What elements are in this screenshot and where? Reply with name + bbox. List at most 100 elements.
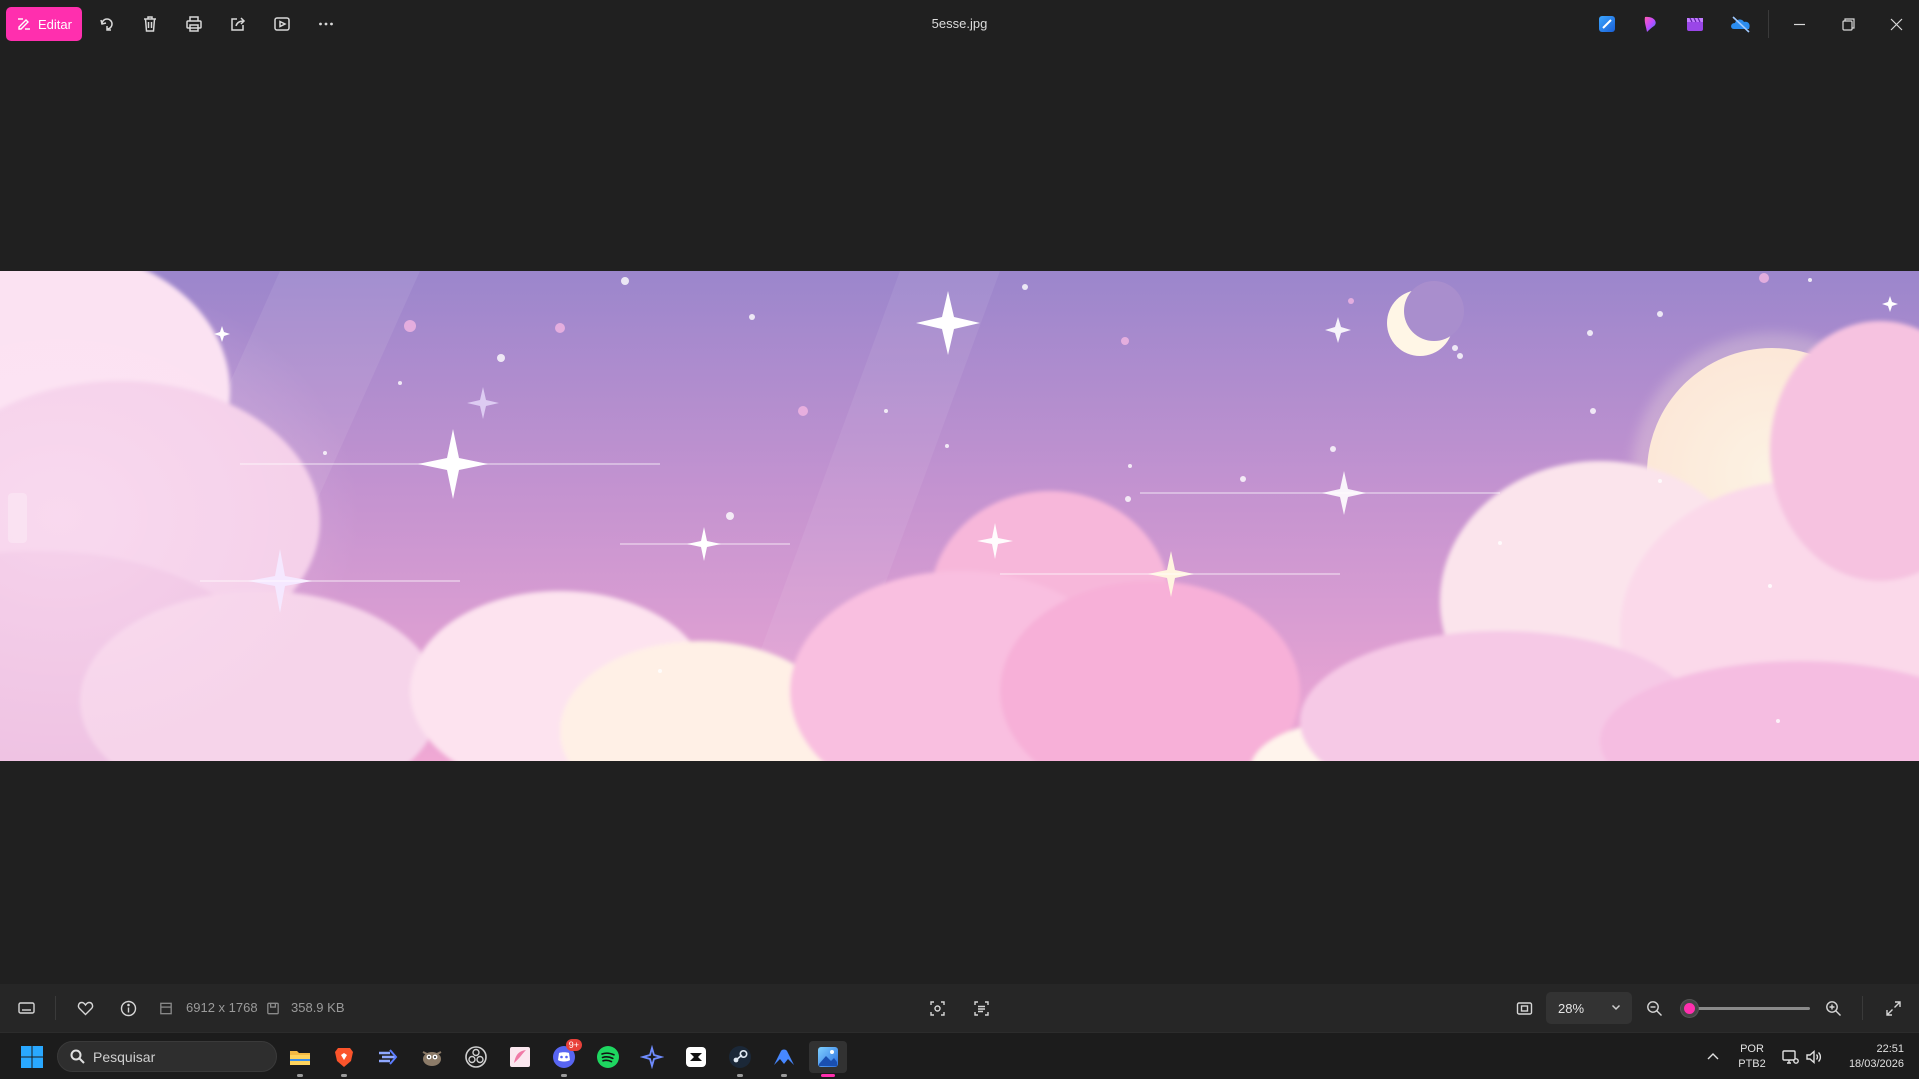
print-icon <box>186 16 202 32</box>
zoom-out-icon <box>1646 1000 1662 1016</box>
full-screen-button[interactable] <box>1882 997 1904 1019</box>
file-info-button[interactable] <box>117 997 139 1019</box>
windows-taskbar: Pesquisar 9+ POR PTB2 22:51 18/03/2026 <box>0 1032 1919 1079</box>
running-indicator <box>737 1074 743 1077</box>
taskbar-obs[interactable] <box>457 1041 495 1073</box>
keyboard-layout: PTB2 <box>1738 1058 1766 1070</box>
visual-search-button[interactable] <box>926 997 948 1019</box>
status-separator <box>1862 996 1863 1020</box>
filmstrip-toggle-handle[interactable] <box>8 493 27 543</box>
file-size-icon <box>265 997 281 1019</box>
chevron-up-icon <box>1707 1053 1719 1060</box>
volume-button[interactable] <box>1805 1048 1823 1066</box>
close-icon <box>1890 18 1902 30</box>
clock[interactable]: 22:51 18/03/2026 <box>1830 1042 1910 1072</box>
gimp-icon <box>422 1051 442 1066</box>
zoom-in-button[interactable] <box>1822 997 1844 1019</box>
restore-icon <box>1841 17 1855 31</box>
taskbar-nordvpn[interactable] <box>765 1041 803 1077</box>
filmstrip-button[interactable] <box>15 997 37 1019</box>
clock-date: 18/03/2026 <box>1848 1058 1904 1070</box>
running-indicator <box>561 1074 567 1077</box>
input-language-indicator[interactable]: POR PTB2 <box>1730 1042 1774 1072</box>
edit-button-label: Editar <box>38 16 72 32</box>
status-separator <box>55 996 56 1020</box>
taskbar-file-explorer[interactable] <box>281 1041 319 1077</box>
image-canvas[interactable] <box>0 48 1919 984</box>
running-indicator <box>781 1074 787 1077</box>
zoom-in-icon <box>1825 1000 1841 1016</box>
delete-button[interactable] <box>138 12 162 36</box>
onedrive-status-button[interactable] <box>1729 14 1753 34</box>
app-icon <box>379 1049 398 1065</box>
app-icon <box>640 1045 664 1069</box>
steam-icon <box>729 1046 751 1068</box>
zoom-level-value: 28% <box>1558 1000 1585 1016</box>
obs-icon <box>465 1046 487 1068</box>
taskbar-capcut[interactable] <box>677 1041 715 1073</box>
filmstrip-icon <box>17 1001 35 1014</box>
close-button[interactable] <box>1881 10 1911 38</box>
minimize-button[interactable] <box>1784 10 1814 38</box>
video-editor-app-button[interactable] <box>1685 14 1705 34</box>
language-code: POR <box>1740 1043 1764 1055</box>
taskbar-gimp[interactable] <box>413 1041 451 1073</box>
scan-text-button[interactable] <box>970 997 992 1019</box>
photos-icon <box>818 1047 838 1067</box>
toolbar-separator <box>1768 10 1769 38</box>
network-button[interactable] <box>1781 1048 1799 1066</box>
taskbar-app-9[interactable] <box>633 1041 671 1073</box>
share-button[interactable] <box>226 12 250 36</box>
zoom-out-button[interactable] <box>1643 997 1665 1019</box>
search-icon <box>70 1049 85 1064</box>
photos-edit-app-button[interactable] <box>1597 14 1617 34</box>
running-indicator <box>341 1074 347 1077</box>
taskbar-spotify[interactable] <box>589 1041 627 1073</box>
taskbar-brave[interactable] <box>325 1041 363 1077</box>
slideshow-button[interactable] <box>270 12 294 36</box>
taskbar-steam[interactable] <box>721 1041 759 1077</box>
info-icon <box>120 1000 136 1016</box>
minimize-icon <box>1793 23 1805 25</box>
file-explorer-icon <box>290 1051 310 1065</box>
edit-icon <box>18 18 31 30</box>
visual-search-icon <box>929 1000 945 1016</box>
clipchamp-app-button[interactable] <box>1641 14 1661 34</box>
scan-text-icon <box>973 1000 989 1016</box>
zoom-slider[interactable] <box>1680 1000 1810 1017</box>
pastel-sky-banner-image <box>0 271 1919 761</box>
zoom-slider-thumb[interactable] <box>1681 1000 1699 1017</box>
windows-logo-icon <box>21 1046 43 1068</box>
dimensions-icon <box>158 997 174 1019</box>
nordvpn-icon <box>774 1049 794 1065</box>
volume-icon <box>1806 1049 1822 1065</box>
taskbar-app-3[interactable] <box>369 1041 407 1073</box>
print-button[interactable] <box>182 12 206 36</box>
displayed-image <box>0 271 1919 761</box>
video-editor-icon <box>1687 17 1703 31</box>
show-hidden-icons-button[interactable] <box>1704 1048 1722 1066</box>
favorite-button[interactable] <box>74 997 96 1019</box>
share-icon <box>231 17 246 31</box>
slideshow-icon <box>274 17 290 31</box>
fit-window-icon <box>1516 1001 1532 1015</box>
chevron-down-icon <box>1610 1001 1622 1013</box>
restore-button[interactable] <box>1833 10 1863 38</box>
delete-icon <box>144 16 156 32</box>
clock-time: 22:51 <box>1876 1043 1904 1055</box>
edit-button[interactable]: Editar <box>6 7 82 41</box>
mochi-icon <box>510 1047 530 1067</box>
rotate-button[interactable] <box>95 12 119 36</box>
active-indicator <box>821 1074 835 1077</box>
taskbar-discord[interactable]: 9+ <box>545 1039 583 1077</box>
start-button[interactable] <box>20 1045 44 1069</box>
taskbar-photos[interactable] <box>809 1041 847 1077</box>
taskbar-search-box[interactable]: Pesquisar <box>57 1041 277 1072</box>
taskbar-mochi[interactable] <box>501 1041 539 1073</box>
more-icon <box>319 22 333 26</box>
image-dimensions: 6912 x 1768 <box>186 1000 258 1015</box>
fit-to-window-button[interactable] <box>1513 997 1535 1019</box>
zoom-level-dropdown[interactable]: 28% <box>1546 992 1632 1024</box>
more-options-button[interactable] <box>314 12 338 36</box>
heart-icon <box>77 1001 93 1015</box>
